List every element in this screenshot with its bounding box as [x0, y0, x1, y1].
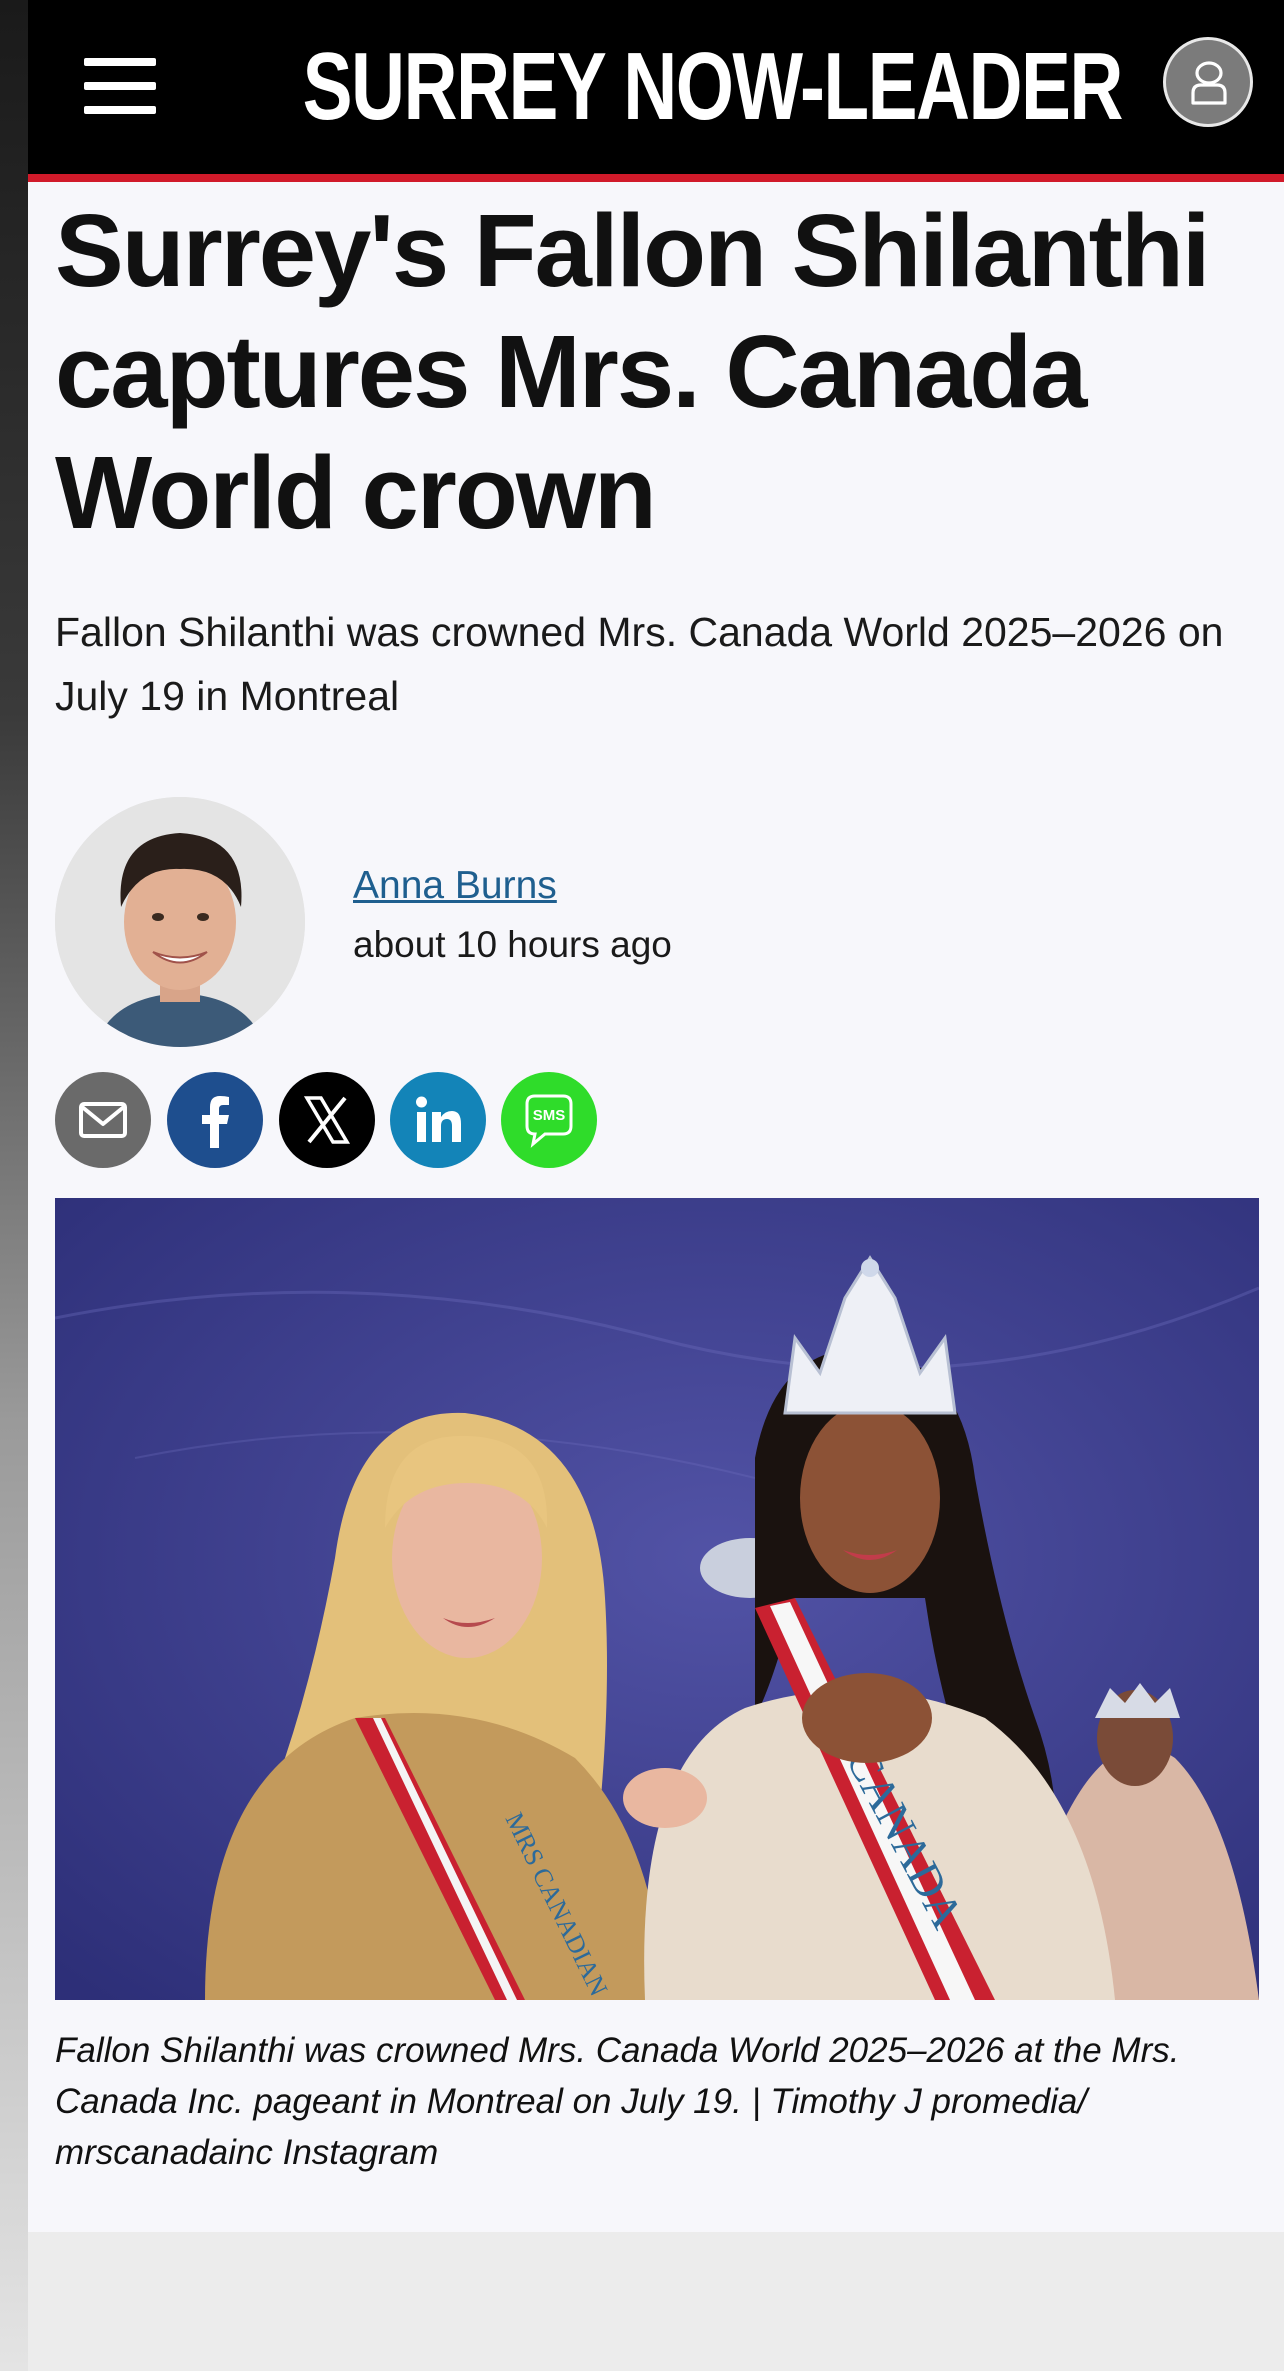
- left-edge-shadow: [0, 0, 28, 2371]
- sms-label: SMS: [533, 1107, 566, 1124]
- site-logo[interactable]: SURREY NOW-LEADER: [303, 32, 1124, 142]
- author-avatar[interactable]: [55, 797, 305, 1047]
- share-x-icon[interactable]: [279, 1072, 375, 1168]
- article-hero-photo[interactable]: CANADA MRS CANADIAN: [55, 1198, 1259, 2000]
- share-linkedin-icon[interactable]: [390, 1072, 486, 1168]
- user-account-icon[interactable]: [1163, 37, 1253, 127]
- share-facebook-icon[interactable]: [167, 1072, 263, 1168]
- hamburger-menu-icon[interactable]: [84, 58, 156, 114]
- photo-caption: Fallon Shilanthi was crowned Mrs. Canada…: [55, 2031, 1180, 2172]
- author-name-link[interactable]: Anna Burns: [353, 862, 557, 910]
- article-subheadline: Fallon Shilanthi was crowned Mrs. Canada…: [55, 609, 1224, 719]
- share-sms-icon[interactable]: SMS: [501, 1072, 597, 1168]
- article-headline: Surrey's Fallon Shilanthi captures Mrs. …: [55, 193, 1211, 550]
- article-page: SURREY NOW-LEADER Surrey's Fallon Shilan…: [28, 0, 1284, 2232]
- site-header: SURREY NOW-LEADER: [28, 0, 1284, 182]
- share-email-icon[interactable]: [55, 1072, 151, 1168]
- publish-time: about 10 hours ago: [353, 924, 672, 965]
